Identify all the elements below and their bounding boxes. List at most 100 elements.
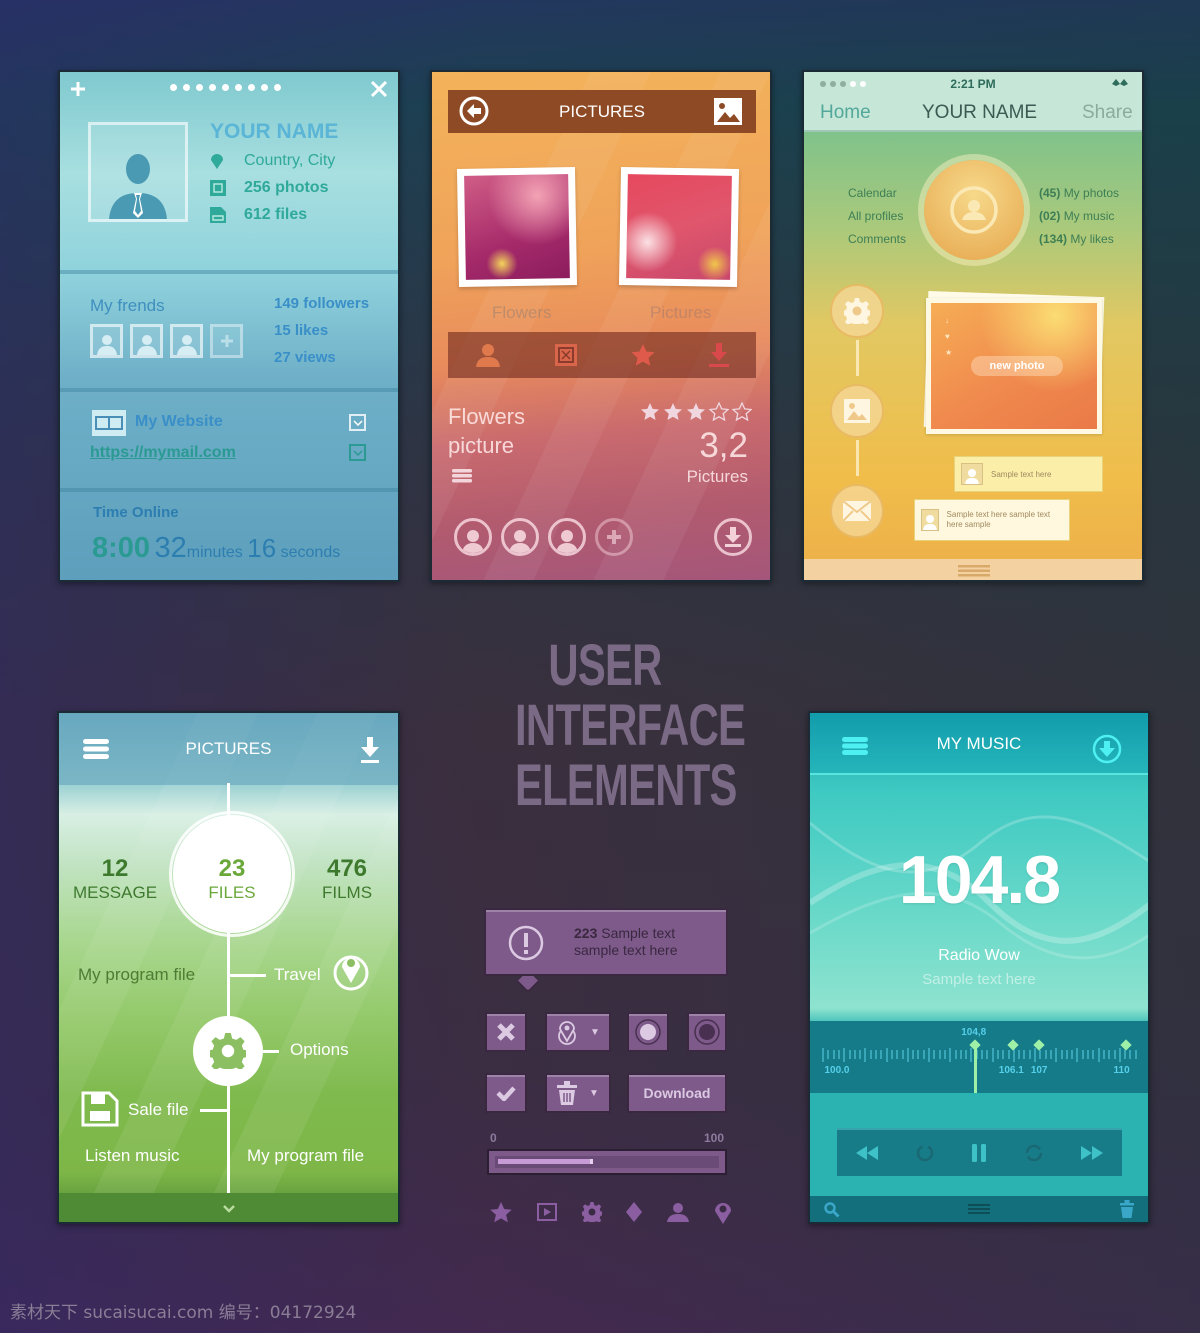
resize-icon[interactable] bbox=[555, 344, 577, 366]
plus-icon[interactable] bbox=[70, 81, 86, 97]
menu-calendar[interactable]: Calendar bbox=[848, 182, 906, 205]
page-dot[interactable] bbox=[248, 84, 255, 91]
friend-avatar[interactable] bbox=[130, 324, 163, 358]
star-icon[interactable]: ★ bbox=[945, 345, 952, 361]
rating-stars[interactable] bbox=[640, 402, 752, 421]
stat-message[interactable]: 12 MESSAGE bbox=[67, 855, 163, 903]
pause-icon[interactable] bbox=[972, 1144, 987, 1162]
friend-avatar[interactable] bbox=[170, 324, 203, 358]
play-icon[interactable] bbox=[536, 1203, 557, 1221]
download-icon[interactable] bbox=[709, 343, 729, 367]
download-circle-icon[interactable] bbox=[1092, 734, 1122, 764]
add-friend-button[interactable] bbox=[210, 324, 243, 358]
page-dot[interactable] bbox=[235, 84, 242, 91]
nav-home[interactable]: Home bbox=[820, 102, 871, 124]
grip-icon[interactable] bbox=[968, 1204, 990, 1215]
check-button[interactable] bbox=[485, 1073, 527, 1113]
location-dropdown[interactable]: ▼ bbox=[545, 1012, 611, 1052]
url-checkbox[interactable] bbox=[349, 444, 366, 461]
star-filled-icon[interactable] bbox=[663, 402, 683, 421]
nav-share[interactable]: Share bbox=[1082, 102, 1133, 124]
website-link[interactable]: https://mymail.com bbox=[90, 444, 236, 462]
location-icon[interactable] bbox=[332, 949, 370, 991]
diamond-icon[interactable] bbox=[626, 1202, 643, 1222]
item-program-file[interactable]: My program file bbox=[78, 965, 195, 985]
page-dot[interactable] bbox=[170, 84, 177, 91]
pin-icon[interactable]: ↓ bbox=[945, 313, 952, 329]
star-empty-icon[interactable] bbox=[732, 402, 752, 421]
progress-bar[interactable] bbox=[487, 1149, 727, 1175]
gear-icon[interactable] bbox=[581, 1202, 602, 1222]
options-circle-button[interactable] bbox=[193, 1016, 263, 1086]
rewind-icon[interactable] bbox=[856, 1146, 879, 1160]
avatar[interactable] bbox=[88, 122, 188, 222]
gallery-circle-button[interactable] bbox=[830, 384, 884, 438]
item-program-file-right[interactable]: My program file bbox=[247, 1146, 364, 1166]
location-icon[interactable] bbox=[714, 1200, 732, 1224]
chevron-down-icon[interactable] bbox=[223, 1205, 235, 1213]
fast-forward-icon[interactable] bbox=[1080, 1146, 1103, 1160]
menu-all-profiles[interactable]: All profiles bbox=[848, 205, 906, 228]
star-filled-icon[interactable] bbox=[686, 402, 706, 421]
download-icon[interactable] bbox=[361, 737, 379, 763]
user-avatar-circle[interactable] bbox=[501, 518, 539, 556]
trash-icon[interactable] bbox=[1120, 1200, 1134, 1218]
search-icon[interactable] bbox=[824, 1202, 840, 1218]
mail-circle-button[interactable] bbox=[830, 484, 884, 538]
close-icon[interactable] bbox=[370, 80, 388, 98]
user-avatar-circle[interactable] bbox=[454, 518, 492, 556]
close-button[interactable] bbox=[485, 1012, 527, 1052]
star-icon[interactable] bbox=[490, 1201, 512, 1223]
menu-icon[interactable] bbox=[452, 469, 472, 483]
star-icon[interactable] bbox=[631, 344, 655, 366]
heart-icon[interactable]: ♥ bbox=[945, 329, 952, 345]
new-photo-card[interactable]: ↓ ♥ ★ new photo bbox=[926, 298, 1102, 434]
frequency-tuner[interactable]: 104,8 100.0 106.1 107 110 bbox=[810, 1021, 1148, 1093]
tuner-preset-marker[interactable] bbox=[1007, 1039, 1019, 1051]
photo-thumbnail-flowers[interactable] bbox=[456, 166, 578, 288]
tuner-preset-marker[interactable] bbox=[1119, 1039, 1132, 1051]
user-icon[interactable] bbox=[667, 1202, 690, 1222]
menu-icon[interactable] bbox=[83, 739, 109, 759]
grip-icon[interactable] bbox=[958, 565, 990, 577]
add-user-button[interactable] bbox=[595, 518, 633, 556]
menu-comments[interactable]: Comments bbox=[848, 228, 906, 251]
stat-music[interactable]: (02) My music bbox=[1039, 205, 1119, 228]
page-dot[interactable] bbox=[196, 84, 203, 91]
stat-films[interactable]: 476 FILMS bbox=[297, 855, 397, 903]
page-dot[interactable] bbox=[222, 84, 229, 91]
radio-unselected[interactable] bbox=[687, 1012, 727, 1052]
user-icon[interactable] bbox=[475, 343, 501, 367]
stat-files[interactable]: 23 FILES bbox=[179, 855, 285, 903]
tuner-needle[interactable] bbox=[974, 1045, 978, 1093]
star-empty-icon[interactable] bbox=[709, 402, 729, 421]
download-circle-button[interactable] bbox=[714, 518, 752, 556]
repeat-icon[interactable] bbox=[916, 1144, 934, 1162]
profile-circle[interactable] bbox=[924, 160, 1024, 260]
save-icon[interactable] bbox=[81, 1091, 119, 1127]
item-travel[interactable]: Travel bbox=[274, 965, 321, 985]
star-filled-icon[interactable] bbox=[640, 402, 660, 421]
item-save-file[interactable]: Sale file bbox=[128, 1100, 188, 1120]
friend-avatar[interactable] bbox=[90, 324, 123, 358]
page-dot[interactable] bbox=[274, 84, 281, 91]
menu-icon[interactable] bbox=[842, 737, 868, 755]
stat-photos[interactable]: (45) My photos bbox=[1039, 182, 1119, 205]
stat-likes[interactable]: (134) My likes bbox=[1039, 228, 1119, 251]
back-arrow-icon[interactable] bbox=[459, 96, 489, 126]
new-photo-button[interactable]: new photo bbox=[971, 356, 1063, 376]
page-dot[interactable] bbox=[209, 84, 216, 91]
photo-thumbnail-pictures[interactable] bbox=[618, 166, 740, 288]
user-avatar-circle[interactable] bbox=[548, 518, 586, 556]
page-dot[interactable] bbox=[261, 84, 268, 91]
download-button[interactable]: Download bbox=[627, 1073, 727, 1113]
image-icon[interactable] bbox=[714, 98, 742, 125]
website-checkbox[interactable] bbox=[349, 414, 366, 431]
delete-dropdown[interactable]: ▼ bbox=[545, 1073, 611, 1113]
item-options[interactable]: Options bbox=[290, 1040, 349, 1060]
item-listen-music[interactable]: Listen music bbox=[85, 1146, 179, 1166]
settings-circle-button[interactable] bbox=[830, 284, 884, 338]
refresh-icon[interactable] bbox=[1025, 1144, 1043, 1162]
page-dot[interactable] bbox=[183, 84, 190, 91]
radio-selected[interactable] bbox=[627, 1012, 669, 1052]
